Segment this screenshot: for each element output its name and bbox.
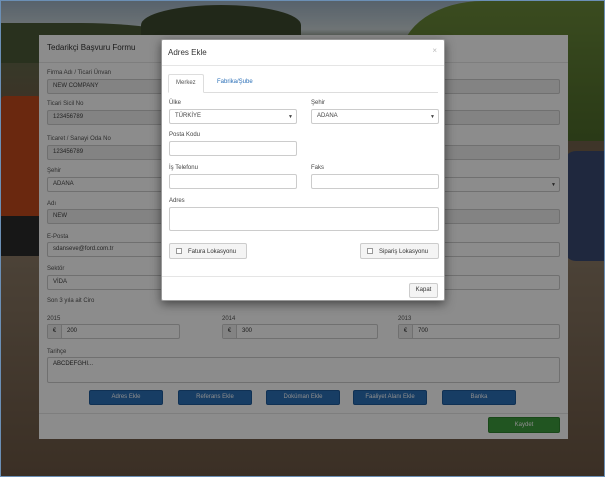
country-label: Ülke	[169, 100, 182, 106]
tab-merkez[interactable]: Merkez	[168, 74, 204, 93]
fax-label: Faks	[311, 165, 325, 171]
order-location-label: Sipariş Lokasyonu	[379, 249, 429, 255]
tab-fabrika-sube[interactable]: Fabrika/Şube	[210, 74, 260, 93]
caret-down-icon: ▼	[288, 114, 293, 120]
modal-title: Adres Ekle	[168, 48, 207, 57]
modal-header-divider	[162, 65, 444, 66]
checkbox-icon	[367, 248, 373, 254]
add-address-modal: Adres Ekle × Merkez Fabrika/Şube Ülke TÜ…	[161, 39, 445, 301]
phone-field[interactable]	[169, 174, 297, 189]
tabs-underline	[168, 92, 438, 93]
fax-field[interactable]	[311, 174, 439, 189]
modal-city-label: Şehir	[311, 100, 326, 106]
postal-code-label: Posta Kodu	[169, 132, 201, 138]
postal-code-field[interactable]	[169, 141, 297, 156]
close-icon[interactable]: ×	[432, 46, 437, 55]
caret-down-icon: ▼	[430, 114, 435, 120]
invoice-location-label: Fatura Lokasyonu	[188, 249, 237, 255]
modal-city-select-value: ADANA	[317, 113, 338, 119]
modal-city-select[interactable]: ADANA ▼	[311, 109, 439, 124]
checkbox-icon	[176, 248, 182, 254]
address-textarea[interactable]	[169, 207, 439, 231]
country-select-value: TÜRKİYE	[175, 113, 202, 119]
modal-footer-divider	[162, 276, 444, 277]
country-select[interactable]: TÜRKİYE ▼	[169, 109, 297, 124]
address-label: Adres	[169, 198, 185, 204]
phone-label: İş Telefonu	[169, 165, 198, 171]
close-button[interactable]: Kapat	[409, 283, 438, 298]
invoice-location-checkbox[interactable]: Fatura Lokasyonu	[169, 243, 247, 259]
browser-frame: Tedarikçi Başvuru Formu Firma Adı / Tica…	[0, 0, 605, 477]
order-location-checkbox[interactable]: Sipariş Lokasyonu	[360, 243, 439, 259]
